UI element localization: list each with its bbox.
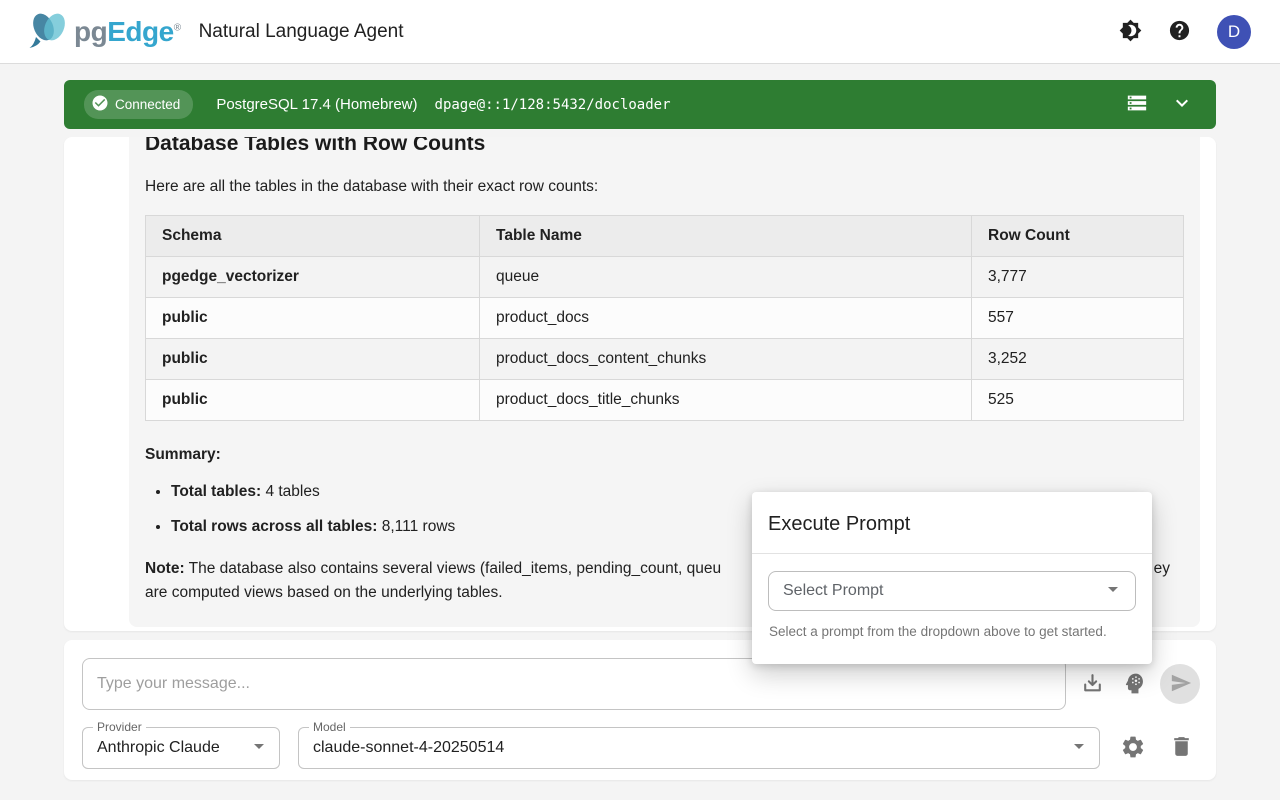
provider-select[interactable]: Provider Anthropic Claude: [82, 727, 280, 769]
summary-label: Summary:: [145, 443, 1184, 467]
divider: [752, 553, 1152, 554]
gear-icon: [1120, 748, 1146, 763]
pgedge-logo: pgEdge®: [26, 8, 181, 55]
table-row: publicproduct_docs557: [146, 298, 1184, 339]
table-cell: product_docs_title_chunks: [480, 380, 972, 421]
table-cell: queue: [480, 257, 972, 298]
model-select[interactable]: Model claude-sonnet-4-20250514: [298, 727, 1100, 769]
table-cell: 525: [972, 380, 1184, 421]
table-cell: 3,252: [972, 339, 1184, 380]
select-prompt-dropdown[interactable]: Select Prompt: [768, 571, 1136, 611]
connection-bar[interactable]: Connected PostgreSQL 17.4 (Homebrew) dpa…: [64, 80, 1216, 129]
select-prompt-value: Select Prompt: [783, 582, 883, 600]
table-cell: public: [146, 298, 480, 339]
table-cell: product_docs_content_chunks: [480, 339, 972, 380]
message-input[interactable]: [82, 658, 1066, 710]
table-cell: product_docs: [480, 298, 972, 339]
table-header-row: Schema Table Name Row Count: [146, 216, 1184, 257]
execute-prompt-title: Execute Prompt: [752, 492, 1152, 553]
column-header-table-name: Table Name: [480, 216, 972, 257]
dropdown-arrow-icon: [1067, 734, 1091, 763]
download-button[interactable]: [1080, 671, 1105, 699]
help-button[interactable]: [1168, 19, 1191, 45]
provider-select-value: Anthropic Claude: [97, 739, 220, 757]
header-actions: D: [1119, 15, 1251, 49]
connection-status-badge: Connected: [84, 90, 193, 119]
settings-button[interactable]: [1120, 734, 1146, 763]
send-button[interactable]: [1160, 664, 1200, 704]
message-intro: Here are all the tables in the database …: [145, 175, 1184, 199]
column-header-schema: Schema: [146, 216, 480, 257]
db-tables-table: Schema Table Name Row Count pgedge_vecto…: [145, 215, 1184, 421]
chevron-down-icon: [1170, 91, 1194, 118]
provider-select-label: Provider: [93, 720, 146, 734]
pgedge-logo-text: pgEdge®: [74, 16, 181, 48]
storage-icon: [1126, 92, 1148, 117]
table-cell: pgedge_vectorizer: [146, 257, 480, 298]
server-version-label: PostgreSQL 17.4 (Homebrew): [216, 96, 417, 113]
dropdown-arrow-icon: [1101, 577, 1125, 606]
select-prompt-helper-text: Select a prompt from the dropdown above …: [769, 624, 1136, 639]
send-icon: [1168, 672, 1192, 697]
connection-string: dpage@::1/128:5432/docloader: [435, 97, 671, 113]
table-cell: public: [146, 339, 480, 380]
connection-status-label: Connected: [115, 97, 180, 112]
message-heading: Database Tables with Row Counts: [145, 137, 1184, 157]
clear-chat-button[interactable]: [1169, 734, 1194, 762]
model-select-value: claude-sonnet-4-20250514: [313, 739, 504, 757]
table-cell: 3,777: [972, 257, 1184, 298]
model-select-label: Model: [309, 720, 350, 734]
check-circle-icon: [91, 94, 109, 115]
note-occluded-fragment: ey: [1154, 557, 1170, 581]
connection-expand-button[interactable]: [1170, 91, 1194, 118]
dark-mode-toggle-button[interactable]: [1119, 19, 1142, 45]
column-header-row-count: Row Count: [972, 216, 1184, 257]
page-title: Natural Language Agent: [199, 21, 404, 43]
connection-details-button[interactable]: [1126, 92, 1148, 117]
user-avatar[interactable]: D: [1217, 15, 1251, 49]
prompts-button[interactable]: [1122, 671, 1147, 699]
table-cell: 557: [972, 298, 1184, 339]
brightness-icon: [1119, 19, 1142, 45]
table-row: publicproduct_docs_title_chunks525: [146, 380, 1184, 421]
app-header: pgEdge® Natural Language Agent D: [0, 0, 1280, 64]
dropdown-arrow-icon: [247, 734, 271, 763]
trash-icon: [1169, 747, 1194, 762]
execute-prompt-popover: Execute Prompt Select Prompt Select a pr…: [752, 492, 1152, 664]
table-cell: public: [146, 380, 480, 421]
psychology-icon: [1122, 684, 1147, 699]
table-row: publicproduct_docs_content_chunks3,252: [146, 339, 1184, 380]
pgedge-heart-icon: [26, 8, 72, 55]
download-icon: [1080, 684, 1105, 699]
table-row: pgedge_vectorizerqueue3,777: [146, 257, 1184, 298]
help-icon: [1168, 19, 1191, 45]
